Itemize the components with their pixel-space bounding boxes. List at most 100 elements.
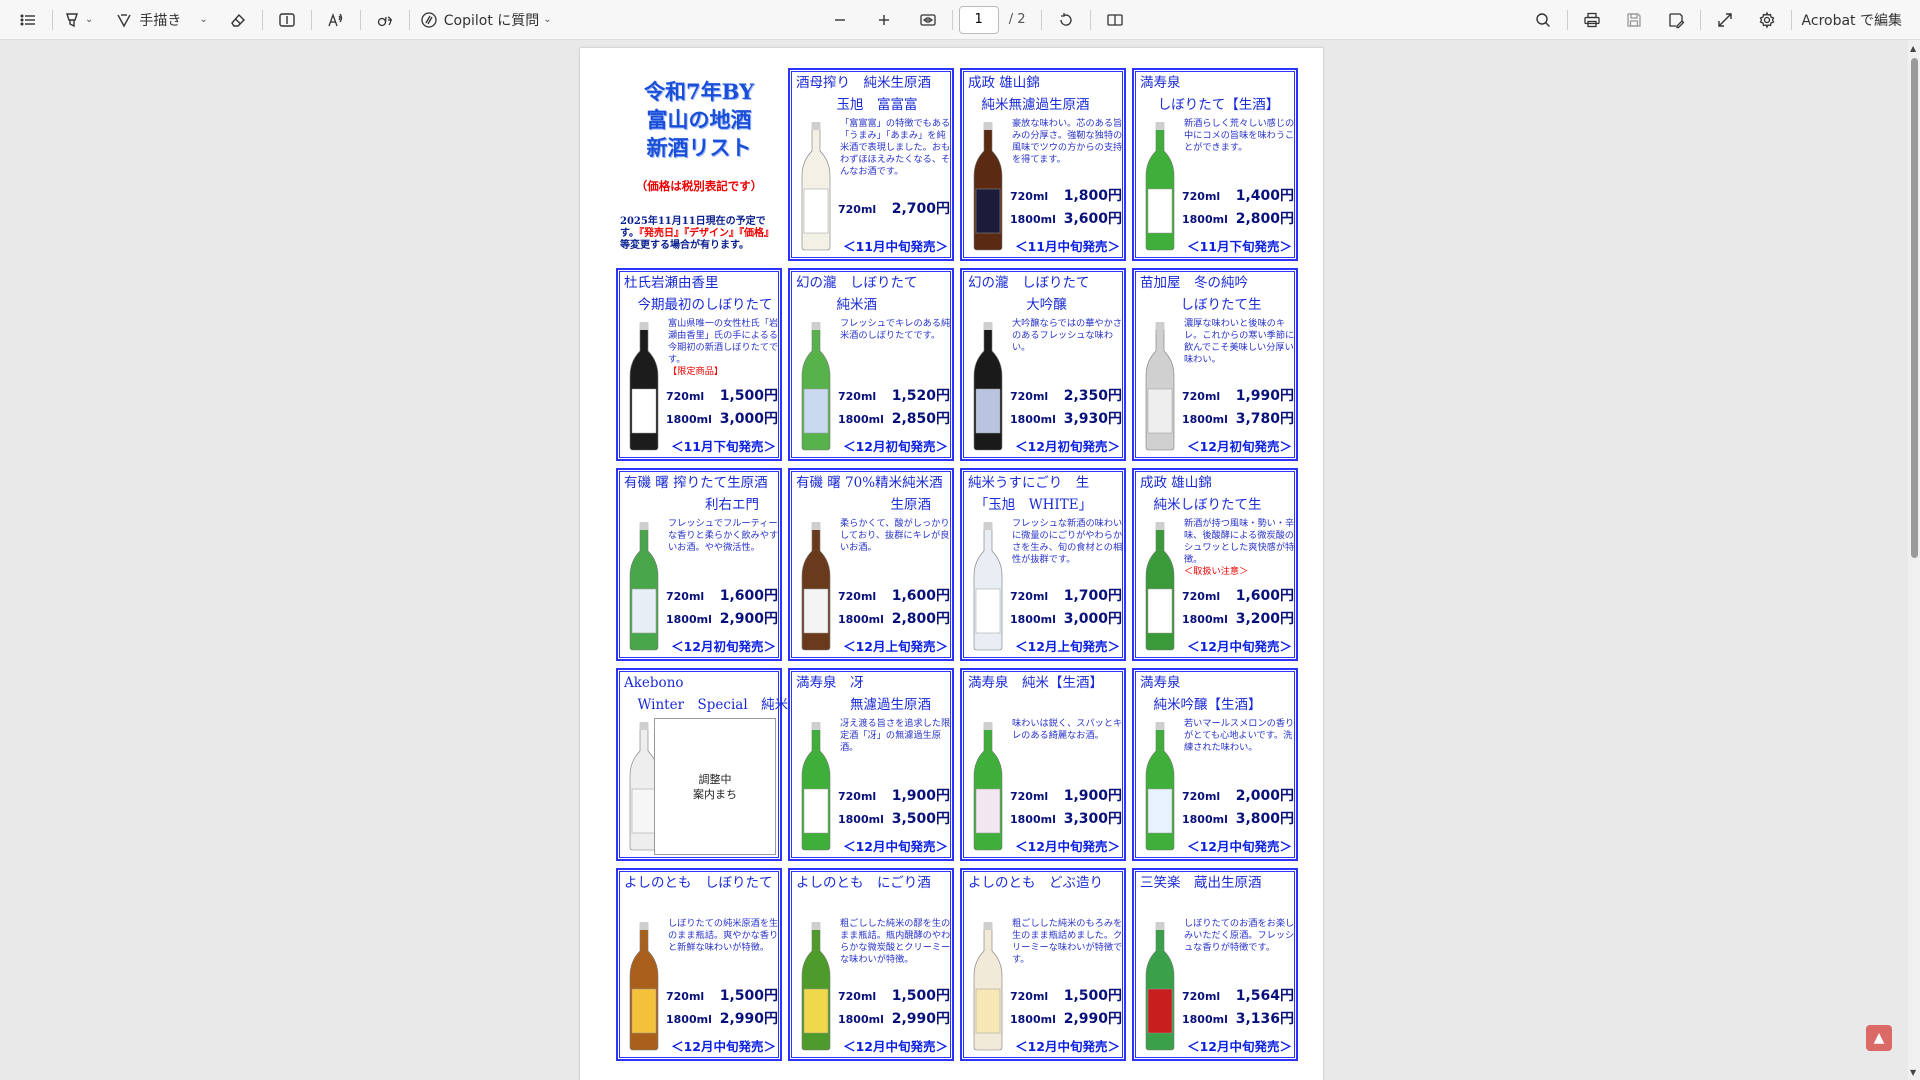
price-list: 720ml 2,000円 1800ml 3,800円 <box>1182 785 1294 831</box>
release-date: ＜12月中旬発売＞ <box>1187 639 1292 654</box>
volume-label: 720ml <box>1010 390 1049 403</box>
acrobat-icon[interactable]: ▲ <box>1866 1025 1892 1051</box>
price-value: 1,500円 <box>719 388 778 404</box>
product-name: 満寿泉 純米吟醸【生酒】 <box>1140 675 1262 713</box>
contents-menu-icon[interactable] <box>10 5 46 35</box>
product-card: 苗加屋 冬の純吟 しぼりたて生 濃厚な味わいと後味のキレ。これからの寒い季節に飲ん… <box>1132 268 1298 461</box>
save-button[interactable] <box>1616 5 1652 35</box>
price-row-720: 720ml 1,600円 <box>1182 585 1294 608</box>
description-text: 味わいは鋭く、スパッとキレのある綺麗なお酒。 <box>1012 718 1123 741</box>
draw-label: 手描き <box>139 12 182 29</box>
fullscreen-button[interactable] <box>1707 5 1743 35</box>
product-card: よしのとも どぶ造り 粗ごしした純米のもろみを生のまま瓶詰めました。クリーミーな味… <box>960 868 1126 1061</box>
price-row-720: 720ml 1,600円 <box>666 585 778 608</box>
read-aloud-icon <box>328 12 342 26</box>
page-view-button[interactable] <box>1097 5 1133 35</box>
search-button[interactable] <box>1525 5 1561 35</box>
price-value: 3,780円 <box>1235 411 1294 427</box>
bottle-image <box>629 922 659 1051</box>
price-row-720: 720ml 1,520円 <box>838 385 950 408</box>
product-description: 「富富富」の特徴でもある「うまみ」「あまみ」を純米酒で表現しました。おもわずほほ… <box>840 118 952 178</box>
price-row-720: 720ml 1,800円 <box>1010 185 1122 208</box>
price-list: 720ml 1,990円 1800ml 3,780円 <box>1182 385 1294 431</box>
price-value: 3,000円 <box>1063 611 1122 627</box>
bottle-image <box>973 122 1003 251</box>
save-icon <box>1626 12 1641 27</box>
product-name: 純米うすにごり 生 「玉旭 WHITE」 <box>968 475 1093 513</box>
bottle-image <box>1145 922 1175 1051</box>
price-value: 2,990円 <box>1063 1011 1122 1027</box>
product-description: 富山県唯一の女性杜氏「岩瀬由香里」氏の手によるる今期初の新酒しぼりたてです。 【限… <box>668 318 780 378</box>
print-button[interactable] <box>1574 5 1610 35</box>
bottle-image <box>973 322 1003 451</box>
product-name: 酒母搾り 純米生原酒 玉旭 富富富 <box>796 75 931 113</box>
volume-label: 720ml <box>1182 390 1221 403</box>
product-name: よしのとも にごり酒 <box>796 875 931 891</box>
product-card: 有磯 曙 搾りたて生原酒 利右エ門 フレッシュでフルーティーな香りと柔らかく飲みや… <box>616 468 782 661</box>
scroll-up-icon[interactable]: ▲ <box>1910 44 1916 53</box>
release-date: ＜12月中旬発売＞ <box>1015 839 1120 854</box>
price-value: 2,800円 <box>891 611 950 627</box>
product-name: 有磯 曙 70%精米純米酒 生原酒 <box>796 475 943 513</box>
settings-button[interactable] <box>1749 5 1785 35</box>
volume-label: 720ml <box>1182 190 1221 203</box>
eraser-icon <box>230 13 245 27</box>
toolbar-separator <box>1566 9 1568 30</box>
minus-icon <box>834 18 845 21</box>
price-list: 720ml 1,500円 1800ml 2,990円 <box>666 985 778 1031</box>
price-list: 720ml 1,520円 1800ml 2,850円 <box>838 385 950 431</box>
product-name: 杜氏岩瀬由香里 今期最初のしぼりたて <box>624 275 773 313</box>
tax-note: （価格は税別表記です） <box>635 179 763 193</box>
scroll-down-icon[interactable]: ▼ <box>1910 1068 1916 1077</box>
page-number-input[interactable] <box>958 5 999 34</box>
product-card: 満寿泉 純米【生酒】 味わいは鋭く、スパッとキレのある綺麗なお酒。 720ml 1,9… <box>960 668 1126 861</box>
price-row-1800: 1800ml 3,200円 <box>1182 608 1294 631</box>
draw-button[interactable]: 手描き ⌄ <box>111 5 211 35</box>
product-name: 成政 雄山錦 純米無濾過生原酒 <box>968 75 1090 113</box>
price-row-1800: 1800ml 3,000円 <box>666 408 778 431</box>
volume-label: 720ml <box>1010 190 1049 203</box>
highlight-button[interactable]: ⌄ <box>59 5 97 35</box>
toolbar-separator <box>1090 9 1092 30</box>
product-description: 新酒らしく荒々しい感じの中にコメの旨味を味わうことができます。 <box>1184 118 1296 154</box>
product-description: フレッシュでキレのある純米酒のしぼりたてです。 <box>840 318 952 342</box>
price-value: 2,990円 <box>719 1011 778 1027</box>
edit-in-acrobat-button[interactable]: Acrobat で編集 <box>1798 5 1906 35</box>
list-title: 令和7年BY 富山の地酒 新酒リスト <box>644 79 754 160</box>
price-row-1800: 1800ml 3,930円 <box>1010 408 1122 431</box>
price-value: 3,200円 <box>1235 611 1294 627</box>
translate-button[interactable] <box>367 5 403 35</box>
product-name: 幻の瀧 しぼりたて 大吟醸 <box>968 275 1090 313</box>
rotate-button[interactable] <box>1048 5 1084 35</box>
description-text: 富山県唯一の女性杜氏「岩瀬由香里」氏の手によるる今期初の新酒しぼりたてです。 <box>668 318 779 365</box>
product-name: 三笑楽 蔵出生原酒 <box>1140 875 1262 891</box>
document-viewer[interactable]: 令和7年BY 富山の地酒 新酒リスト （価格は税別表記です） 2025年11月1… <box>0 40 1908 1080</box>
scroll-thumb[interactable] <box>1911 58 1918 558</box>
eraser-button[interactable] <box>220 5 256 35</box>
release-date: ＜12月上旬発売＞ <box>843 639 948 654</box>
release-date: ＜12月中旬発売＞ <box>671 1039 776 1054</box>
read-aloud-button[interactable] <box>318 5 354 35</box>
schedule-note-items: 『発売日』『デザイン』『価格』 <box>639 228 774 239</box>
price-value: 1,990円 <box>1235 388 1294 404</box>
fit-page-button[interactable] <box>910 5 946 35</box>
product-card: 成政 雄山錦 純米無濾過生原酒 豪放な味わい。芯のある旨みの分厚さ。強靭な独特の風… <box>960 68 1126 261</box>
product-card: 杜氏岩瀬由香里 今期最初のしぼりたて富山県唯一の女性杜氏「岩瀬由香里」氏の手によ… <box>616 268 782 461</box>
zoom-in-button[interactable] <box>866 5 902 35</box>
product-name: Akebono Winter Special 純米 <box>624 675 789 713</box>
copilot-button[interactable]: Copilot に質問 ⌄ <box>416 5 556 35</box>
zoom-out-button[interactable] <box>822 5 858 35</box>
product-card: Akebono Winter Special 純米 調整中 案内まち <box>616 668 789 861</box>
price-list: 720ml 1,900円 1800ml 3,300円 <box>1010 785 1122 831</box>
product-card: よしのとも しぼりたて しぼりたての純米原酒を生のまま瓶詰。爽やかな香りと新鮮な味… <box>616 868 782 1061</box>
price-row-720: 720ml 1,500円 <box>666 985 778 1008</box>
volume-label: 720ml <box>1010 790 1049 803</box>
product-card: 純米うすにごり 生 「玉旭 WHITE」 フレッシュな新酒の味わいに微量のにごりが… <box>960 468 1126 661</box>
text-box-button[interactable] <box>269 5 305 35</box>
vertical-scrollbar[interactable]: ▲ ▼ <box>1908 40 1920 1080</box>
volume-label: 720ml <box>1010 990 1049 1003</box>
highlighter-icon <box>66 12 78 27</box>
volume-label: 720ml <box>666 990 705 1003</box>
bottle-image <box>973 722 1003 851</box>
save-as-button[interactable] <box>1658 5 1694 35</box>
